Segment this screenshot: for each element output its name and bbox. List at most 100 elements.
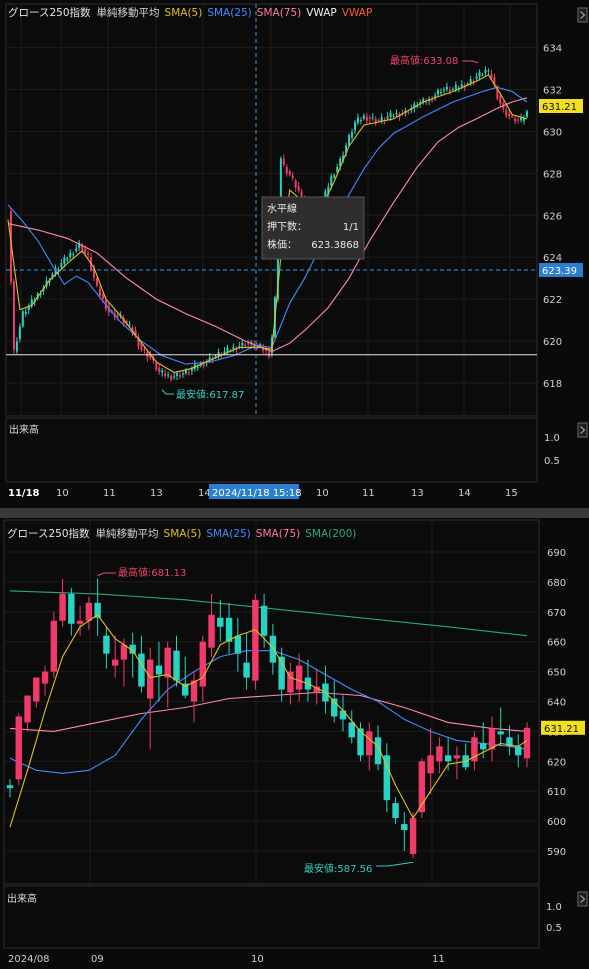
intraday-x-tick-1: 10 <box>56 488 69 499</box>
daily-candle-body <box>497 731 504 735</box>
daily-candle-body <box>234 635 242 654</box>
daily-y-tick-6: 650 <box>547 668 566 679</box>
daily-volume-expand-icon[interactable] <box>577 891 588 907</box>
intraday-candle-body <box>451 88 454 90</box>
daily-volume-panel[interactable] <box>3 885 540 949</box>
intraday-volume-panel[interactable] <box>5 417 538 483</box>
daily-candle-body <box>41 671 49 684</box>
daily-candle-body <box>68 593 75 624</box>
intraday-candle-body <box>380 117 383 121</box>
intraday-last-price-tag: 631.21 <box>542 102 577 113</box>
daily-title: グロース250指数 <box>7 527 90 540</box>
daily-candle-body <box>217 617 224 627</box>
intraday-candle-body <box>288 171 291 175</box>
daily-y-tick-10: 690 <box>547 548 566 559</box>
daily-candle-body <box>15 716 22 780</box>
intraday-volume-tick-2: 0.5 <box>544 456 560 467</box>
intraday-candle-body <box>87 252 90 255</box>
volume-expand-icon[interactable] <box>577 422 588 438</box>
daily-chart-panel[interactable]: グロース250指数 単純移動平均 SMA(5) SMA(25) SMA(75) SMA(… <box>3 519 588 965</box>
daily-volume-tick-1: 1.0 <box>546 902 562 913</box>
intraday-candle-body <box>511 115 514 117</box>
intraday-candle-body <box>223 351 226 354</box>
intraday-candle-body <box>291 175 294 178</box>
daily-candle-body <box>427 755 434 774</box>
intraday-candle-body <box>170 375 173 380</box>
intraday-candle-body <box>336 166 339 172</box>
intraday-y-tick-6: 630 <box>543 127 562 138</box>
intraday-y-tick-5: 628 <box>543 169 562 180</box>
legend-item-0: 単純移動平均 <box>96 527 159 540</box>
daily-candle-body <box>444 755 452 762</box>
intraday-candle-body <box>167 374 170 376</box>
intraday-candle-body <box>508 113 511 116</box>
intraday-candle-body <box>454 85 457 90</box>
intraday-candle-body <box>362 115 365 119</box>
intraday-candle-body <box>267 351 270 357</box>
daily-y-tick-5: 640 <box>547 698 566 709</box>
intraday-chart-panel[interactable]: グロース250指数 単純移動平均 SMA(5) SMA(25) SMA(75) VWAP… <box>5 3 588 499</box>
panel-expand-icon[interactable] <box>577 7 588 23</box>
legend-item-3: SMA(75) <box>256 528 300 540</box>
intraday-x-tick-2: 11 <box>103 488 116 499</box>
intraday-x-tick-3: 13 <box>150 488 163 499</box>
intraday-candle-body <box>247 343 250 345</box>
intraday-candle-body <box>395 112 398 115</box>
intraday-candle-body <box>407 112 410 114</box>
intraday-candle-body <box>517 119 520 121</box>
intraday-candle-body <box>173 376 176 378</box>
daily-candle-body <box>164 647 171 678</box>
intraday-candle-body <box>285 167 288 174</box>
legend-item-4: VWAP <box>306 7 337 19</box>
intraday-candle-body <box>69 252 72 258</box>
intraday-candle-body <box>176 373 179 376</box>
daily-candle-body <box>225 617 233 642</box>
intraday-candle-body <box>66 258 69 261</box>
daily-candle-body <box>260 605 268 636</box>
intraday-candle-body <box>84 248 87 253</box>
intraday-candle-body <box>155 362 158 370</box>
intraday-candle-body <box>353 122 356 131</box>
daily-candle-body <box>199 641 206 687</box>
tooltip-row2-label: 株価： <box>267 238 297 251</box>
intraday-y-tick-8: 634 <box>543 44 562 55</box>
daily-candle-body <box>339 710 347 720</box>
intraday-candle-body <box>425 102 428 104</box>
intraday-candle-body <box>460 84 463 87</box>
intraday-y-tick-7: 632 <box>543 85 562 96</box>
intraday-min-label: 最安値:617.87 <box>176 388 244 401</box>
legend-item-5: VWAP <box>342 7 373 19</box>
intraday-candle-body <box>469 79 472 84</box>
tooltip-row2-value: 623.3868 <box>311 240 359 251</box>
intraday-candle-body <box>481 74 484 76</box>
intraday-candle-body <box>351 132 354 138</box>
intraday-candle-body <box>442 89 445 91</box>
intraday-x-tick-5: 10 <box>316 488 329 499</box>
intraday-candle-body <box>520 117 523 121</box>
intraday-x-tick-9: 15 <box>505 488 518 499</box>
intraday-candle-body <box>368 117 371 120</box>
daily-candle-body <box>59 593 66 621</box>
daily-y-tick-3: 620 <box>547 757 566 768</box>
intraday-y-axis: 618 620 622 624 626 628 630 632 634 <box>543 44 562 391</box>
intraday-candle-body <box>21 311 24 327</box>
tooltip-title: 水平線 <box>267 202 297 215</box>
intraday-x-tick-6: 11 <box>362 488 375 499</box>
intraday-candle-body <box>439 91 442 93</box>
daily-candle-body <box>515 746 522 756</box>
intraday-candle-body <box>184 369 187 374</box>
intraday-candle-body <box>371 117 374 119</box>
crosshair-price-tag: 623.39 <box>542 266 577 277</box>
daily-candle-body <box>6 785 14 789</box>
daily-x-tick-0: 2024/08 <box>8 954 50 965</box>
intraday-x-tick-8: 14 <box>458 488 471 499</box>
intraday-candle-body <box>294 180 297 188</box>
intraday-candle-body <box>95 278 98 286</box>
intraday-candle-body <box>484 69 487 73</box>
daily-candle-body <box>147 659 154 699</box>
intraday-candle-body <box>226 347 229 352</box>
horizontal-line-tooltip: 水平線 押下数： 1/1 株価： 623.3868 <box>261 196 365 260</box>
intraday-volume-label: 出来高 <box>9 423 39 436</box>
intraday-candle-body <box>143 349 146 351</box>
intraday-candle-body <box>72 254 75 256</box>
